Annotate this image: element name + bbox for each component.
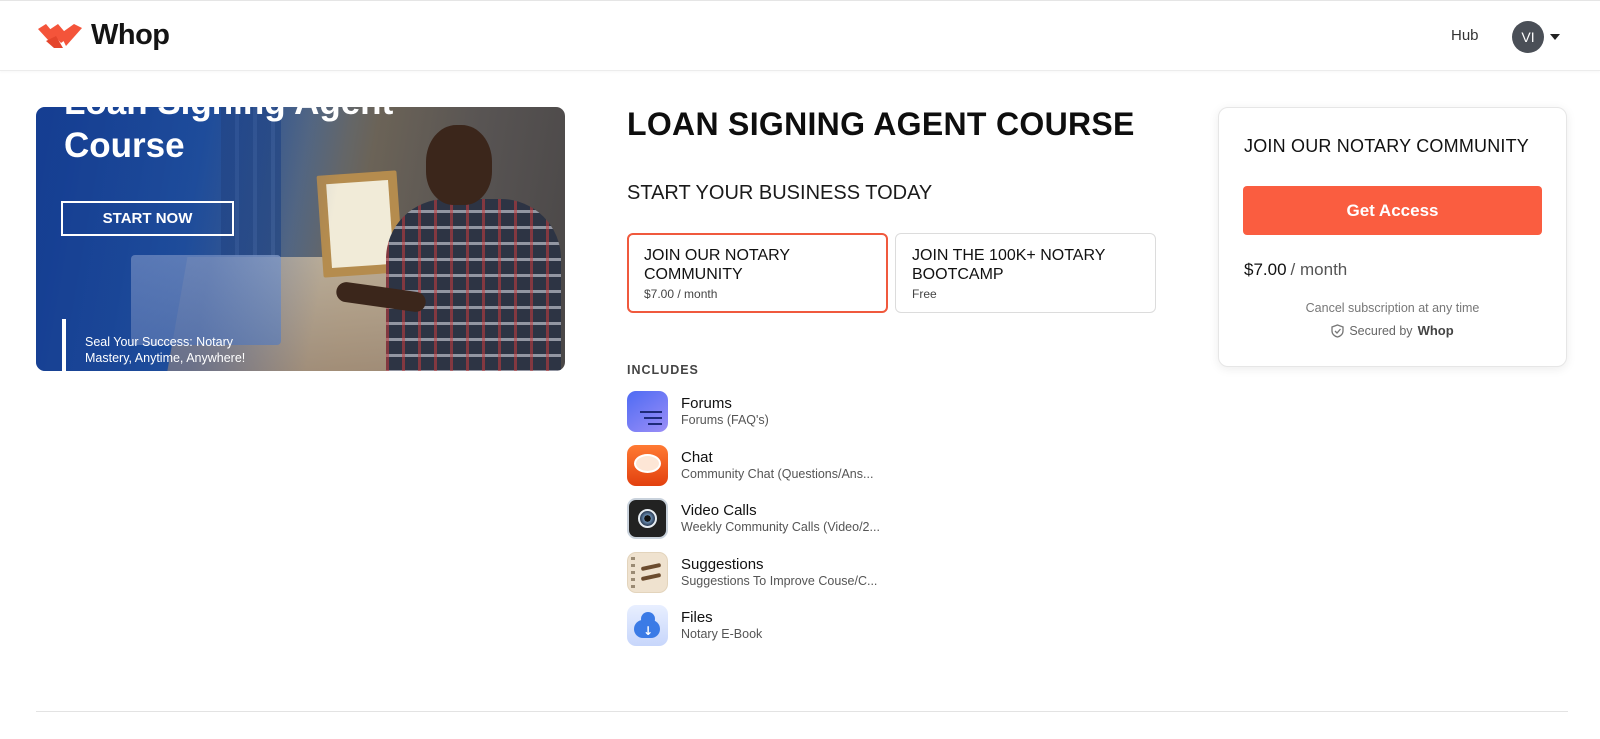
whop-logo[interactable]: Whop <box>36 19 170 52</box>
whop-logo-icon <box>38 23 82 48</box>
hero-banner: Loan Signing Agent Course START NOW Seal… <box>36 107 565 371</box>
include-item-files[interactable]: ↓ Files Notary E-Book <box>627 604 762 646</box>
include-name: Chat <box>681 448 713 466</box>
hub-link[interactable]: Hub <box>1451 27 1479 44</box>
include-desc: Weekly Community Calls (Video/2... <box>681 519 880 534</box>
include-name: Forums <box>681 394 732 412</box>
suggestions-icon <box>627 551 668 593</box>
plan-price: Free <box>912 287 937 301</box>
plan-price: $7.00 / month <box>644 287 718 301</box>
include-item-suggestions[interactable]: Suggestions Suggestions To Improve Couse… <box>627 551 877 593</box>
checkout-card: JOIN OUR NOTARY COMMUNITY Get Access $7.… <box>1218 107 1567 367</box>
tagline-accent-bar <box>62 319 66 371</box>
cancel-note: Cancel subscription at any time <box>1305 301 1480 315</box>
plan-option-community[interactable]: JOIN OUR NOTARY COMMUNITY $7.00 / month <box>627 233 888 313</box>
hero-title-line1: Loan Signing Agent <box>64 107 393 124</box>
plan-name: JOIN THE 100K+ NOTARY BOOTCAMP <box>912 247 1106 283</box>
include-name: Files <box>681 608 713 626</box>
plan-option-bootcamp[interactable]: JOIN THE 100K+ NOTARY BOOTCAMP Free <box>895 233 1156 313</box>
hero-title: Loan Signing Agent Course <box>64 107 393 167</box>
include-desc: Notary E-Book <box>681 626 763 641</box>
hero-tagline: Seal Your Success: Notary Mastery, Anyti… <box>85 335 246 365</box>
include-name: Suggestions <box>681 555 764 573</box>
include-item-video-calls[interactable]: Video Calls Weekly Community Calls (Vide… <box>627 497 880 539</box>
hero-title-line2: Course <box>64 126 185 165</box>
chevron-down-icon[interactable] <box>1550 34 1560 40</box>
secured-label: Secured by <box>1349 323 1413 338</box>
price-amount: $7.00 <box>1244 260 1287 279</box>
include-desc: Forums (FAQ's) <box>681 412 769 427</box>
includes-heading: INCLUDES <box>627 363 699 377</box>
include-desc: Community Chat (Questions/Ans... <box>681 466 874 481</box>
product-title: LOAN SIGNING AGENT COURSE <box>627 106 1135 142</box>
files-icon: ↓ <box>627 604 668 646</box>
chat-icon <box>627 444 668 486</box>
include-item-chat[interactable]: Chat Community Chat (Questions/Ans... <box>627 444 873 486</box>
start-now-button[interactable]: START NOW <box>61 201 234 236</box>
secured-brand[interactable]: Whop <box>1418 323 1454 338</box>
price-period: / month <box>1290 260 1348 279</box>
checkout-price: $7.00/ month <box>1244 260 1347 280</box>
include-name: Video Calls <box>681 501 757 519</box>
top-nav: Whop Hub VI <box>0 0 1600 71</box>
checkout-plan-title: JOIN OUR NOTARY COMMUNITY <box>1244 136 1530 156</box>
product-subtitle: START YOUR BUSINESS TODAY <box>627 182 933 204</box>
include-item-forums[interactable]: Forums Forums (FAQ's) <box>627 390 769 432</box>
get-access-button[interactable]: Get Access <box>1243 186 1542 235</box>
plan-name: JOIN OUR NOTARY COMMUNITY <box>644 247 790 283</box>
forums-icon <box>627 390 668 432</box>
video-calls-icon <box>627 497 668 539</box>
include-desc: Suggestions To Improve Couse/C... <box>681 573 878 588</box>
brand-name: Whop <box>91 19 170 51</box>
secured-by: Secured by Whop <box>1219 323 1566 338</box>
footer-divider <box>36 711 1568 712</box>
shield-icon <box>1331 323 1344 338</box>
avatar[interactable]: VI <box>1512 21 1544 53</box>
